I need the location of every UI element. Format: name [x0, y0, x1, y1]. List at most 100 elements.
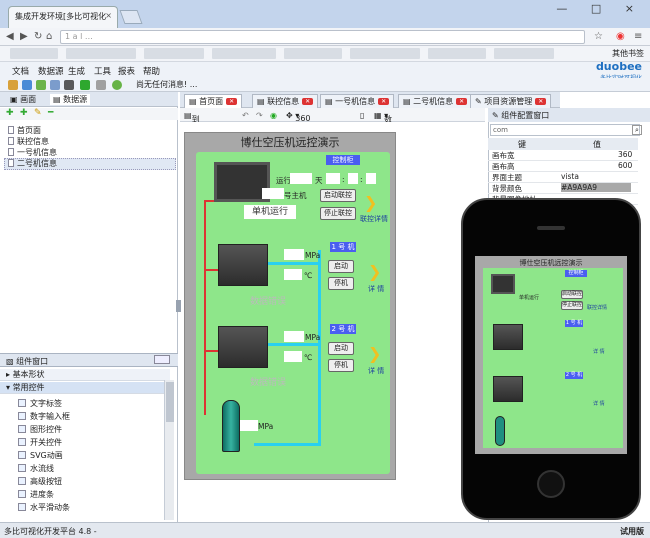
- component-hslider[interactable]: 水平滑动条: [18, 502, 70, 513]
- url-input[interactable]: 1 a l …: [60, 30, 585, 44]
- tree-item-machine2[interactable]: 二号机信息: [8, 158, 57, 169]
- run-icon[interactable]: [80, 80, 90, 90]
- open-icon[interactable]: [36, 80, 46, 90]
- doc-tab-home[interactable]: ▤ 首页面 ✕: [184, 94, 243, 108]
- back-icon[interactable]: ◀: [6, 31, 14, 42]
- doc-tab-machine1[interactable]: ▤ 一号机信息 ✕: [320, 94, 395, 108]
- tree-item-linkage[interactable]: 联控信息: [8, 136, 49, 147]
- preview-icon[interactable]: ◉: [270, 111, 277, 120]
- category-common-controls[interactable]: ▾ 常用控件: [0, 382, 170, 394]
- remove-icon[interactable]: ━: [48, 108, 53, 118]
- prop-row[interactable]: 界面主题 vista: [488, 172, 638, 183]
- print-icon[interactable]: [64, 80, 74, 90]
- tree-item-home[interactable]: 首页面: [8, 125, 41, 136]
- close-icon[interactable]: ✕: [378, 98, 390, 105]
- phone-home-button[interactable]: [537, 470, 565, 498]
- float-window-icon[interactable]: [154, 355, 170, 364]
- doc-tab-linkage[interactable]: ▤ 联控信息 ✕: [252, 94, 319, 108]
- bookmark-item[interactable]: [144, 48, 204, 59]
- prop-row[interactable]: 画布高 600: [488, 161, 638, 172]
- category-basic-shapes[interactable]: ▸ 基本形状: [0, 369, 170, 381]
- message-more[interactable]: ...: [190, 80, 198, 89]
- bookmark-item[interactable]: [350, 48, 420, 59]
- doc-tab-resources[interactable]: ✎ 项目资源管理 ✕: [470, 94, 552, 108]
- forward-icon[interactable]: ▶: [20, 31, 28, 42]
- menu-help[interactable]: 帮助: [143, 65, 160, 77]
- m2-detail-arrow-icon[interactable]: ❯: [368, 344, 381, 363]
- component-svg-anim[interactable]: SVG动画: [18, 450, 63, 461]
- add-child-icon[interactable]: ✚: [20, 108, 28, 118]
- component-number-input[interactable]: 数字输入框: [18, 411, 70, 422]
- phone-start-linkage-button[interactable]: 启动联控: [561, 290, 583, 299]
- component-water-line[interactable]: 水流线: [18, 463, 54, 474]
- menu-icon[interactable]: ≡: [634, 31, 642, 42]
- star-icon[interactable]: ☆: [594, 31, 603, 42]
- panel-collapse-handle[interactable]: [176, 300, 181, 312]
- canvas-size-select[interactable]: ✥ 360 × 600 ▾: [286, 111, 311, 141]
- tab-close-icon[interactable]: ×: [105, 11, 112, 20]
- component-text-label[interactable]: 文字标签: [18, 398, 62, 409]
- menu-datasource[interactable]: 数据源: [38, 65, 64, 77]
- bookmark-item[interactable]: [212, 48, 276, 59]
- rename-icon[interactable]: ✎: [34, 108, 42, 118]
- search-icon[interactable]: ⌕: [632, 125, 642, 135]
- stop-icon[interactable]: [96, 80, 106, 90]
- menu-report[interactable]: 报表: [118, 65, 135, 77]
- tab-screens[interactable]: ▣ 画面: [10, 94, 36, 105]
- menu-tools[interactable]: 工具: [94, 65, 111, 77]
- phone-stop-linkage-button[interactable]: 停止联控: [561, 301, 583, 310]
- add-page-icon[interactable]: ✚: [6, 108, 14, 118]
- menu-document[interactable]: 文档: [12, 65, 29, 77]
- component-adv-button[interactable]: 高级按钮: [18, 476, 62, 487]
- other-bookmarks[interactable]: 其他书签: [612, 48, 644, 59]
- m2-stop-button[interactable]: 停机: [328, 359, 354, 372]
- prop-value[interactable]: 600: [618, 161, 632, 170]
- phone-linkage-detail[interactable]: 联控详情: [587, 304, 607, 311]
- m1-stop-button[interactable]: 停机: [328, 277, 354, 290]
- component-switch[interactable]: 开关控件: [18, 437, 62, 448]
- reload-icon[interactable]: ↻: [34, 31, 42, 42]
- component-progress[interactable]: 进度条: [18, 489, 54, 500]
- scroll-thumb[interactable]: [166, 382, 174, 422]
- close-icon[interactable]: ✕: [456, 98, 468, 105]
- data-menu[interactable]: ▦ 数据 ▾: [374, 111, 392, 135]
- phone-m1-detail[interactable]: 详 情: [593, 348, 605, 355]
- window-controls[interactable]: — □ ×: [556, 2, 644, 15]
- extension-icon[interactable]: ◉: [616, 31, 625, 42]
- prop-row[interactable]: 背景颜色 #A9A9A9: [488, 183, 638, 194]
- prop-value[interactable]: vista: [561, 172, 579, 181]
- tree-item-machine1[interactable]: 一号机信息: [8, 147, 57, 158]
- prop-value[interactable]: 360: [618, 150, 632, 159]
- bookmark-item[interactable]: [494, 48, 554, 59]
- m2-detail-link[interactable]: 详 情: [368, 366, 384, 376]
- menu-generate[interactable]: 生成: [68, 65, 85, 77]
- stop-linkage-button[interactable]: 停止联控: [320, 207, 356, 220]
- tab-datasource[interactable]: ▤ 数据源: [50, 94, 91, 105]
- bookmark-item[interactable]: [428, 48, 486, 59]
- close-icon[interactable]: ✕: [302, 98, 314, 105]
- redo-icon[interactable]: ↷: [256, 111, 263, 120]
- save-icon[interactable]: [22, 80, 32, 90]
- undo-icon[interactable]: ↶: [242, 111, 249, 120]
- component-graphic[interactable]: 图形控件: [18, 424, 62, 435]
- component-scrollbar[interactable]: [164, 380, 174, 520]
- m1-detail-link[interactable]: 详 情: [368, 284, 384, 294]
- m2-start-button[interactable]: 启动: [328, 342, 354, 355]
- mobile-icon[interactable]: ▯: [360, 111, 364, 120]
- m1-detail-arrow-icon[interactable]: ❯: [368, 262, 381, 281]
- doc-tab-machine2[interactable]: ▤ 二号机信息 ✕: [398, 94, 473, 108]
- close-icon[interactable]: ✕: [535, 98, 547, 105]
- browser-tab[interactable]: 集成开发环境[多比可视化 ×: [8, 6, 118, 28]
- linkage-detail-link[interactable]: 联控详情: [360, 214, 388, 224]
- m1-start-button[interactable]: 启动: [328, 260, 354, 273]
- publish-icon[interactable]: [112, 80, 122, 90]
- prop-value[interactable]: #A9A9A9: [561, 183, 631, 192]
- save-all-icon[interactable]: [50, 80, 60, 90]
- to-code-view-button[interactable]: ▤ 到代码视图: [184, 111, 200, 168]
- close-icon[interactable]: ✕: [226, 98, 238, 105]
- new-icon[interactable]: [8, 80, 18, 90]
- linkage-arrow-icon[interactable]: ❯: [364, 193, 377, 212]
- properties-search-input[interactable]: com: [490, 124, 640, 136]
- start-linkage-button[interactable]: 启动联控: [320, 189, 356, 202]
- bookmark-item[interactable]: [10, 48, 58, 59]
